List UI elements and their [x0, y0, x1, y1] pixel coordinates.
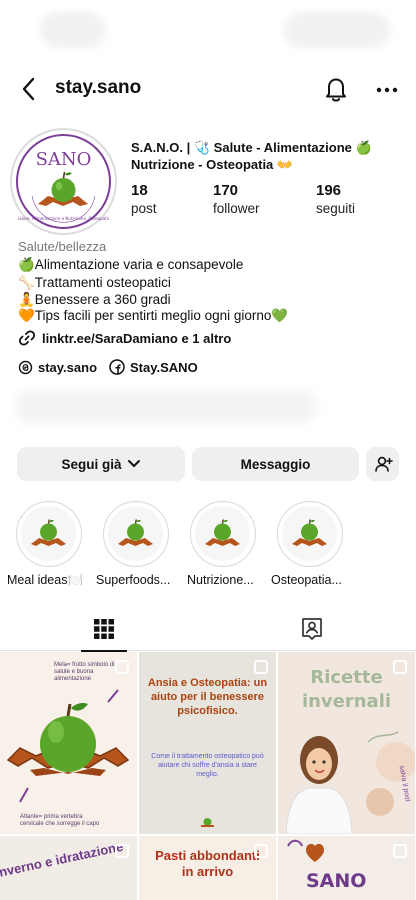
tagged-person-icon	[302, 618, 322, 640]
apple-atlas-illustration	[6, 689, 130, 803]
stat-following[interactable]: 196 seguiti	[316, 182, 355, 216]
add-person-icon	[374, 456, 393, 472]
post-tile[interactable]: Ansia e Osteopatia: un aiuto per il bene…	[139, 652, 276, 834]
svg-text:SANO: SANO	[36, 149, 92, 170]
multi-post-icon	[254, 844, 268, 858]
profile-full-name: S.A.N.O. | 🩺 Salute - Alimentazione 🍏 Nu…	[131, 139, 403, 173]
post-title: Pasti abbondanti in arrivo	[155, 848, 260, 879]
sano-logo: SANO Salute, Alimentazione e Nutrizione,…	[16, 134, 111, 229]
link-icon	[18, 330, 36, 346]
stat-posts-value: 18	[131, 182, 148, 199]
threads-link[interactable]: stay.sano	[18, 360, 97, 375]
facebook-link[interactable]: Stay.SANO	[109, 359, 198, 375]
back-button[interactable]	[18, 74, 42, 104]
full-name-line-2: Nutrizione - Osteopatia 👐	[131, 157, 294, 172]
bio-line: 🧡Tips facili per sentirti meglio ogni gi…	[18, 308, 289, 323]
chef-illustration	[285, 731, 415, 834]
chevron-left-icon	[22, 77, 35, 101]
stat-posts[interactable]: 18 post	[131, 182, 157, 216]
post-title: Inverno e idratazione	[0, 838, 125, 881]
highlight-cover	[16, 501, 82, 567]
profile-avatar[interactable]: SANO Salute, Alimentazione e Nutrizione,…	[10, 128, 117, 235]
highlight-nutrizione[interactable]: Nutrizione...	[187, 501, 258, 587]
more-horizontal-icon	[376, 87, 398, 93]
top-bar: stay.sano	[0, 72, 416, 106]
chevron-down-icon	[127, 460, 140, 467]
bio-line: 🍏Alimentazione varia e consapevole	[18, 257, 244, 272]
more-options-button[interactable]	[372, 74, 402, 104]
apple-atlas-logo-icon: SANO Salute, Alimentazione e Nutrizione,…	[17, 149, 111, 223]
apple-atlas-icon	[31, 519, 66, 546]
highlight-meal-ideas[interactable]: Meal ideas🍽️	[7, 501, 84, 587]
stat-following-value: 196	[316, 182, 342, 199]
highlight-superfoods[interactable]: Superfoods...	[96, 501, 171, 587]
following-button-label: Segui già	[61, 456, 122, 472]
post-tile[interactable]: Mela= frutto simbolo di salute e buona a…	[0, 652, 137, 834]
stat-followers[interactable]: 170 follower	[213, 182, 260, 216]
stat-following-label: seguiti	[316, 201, 356, 216]
facebook-handle: Stay.SANO	[130, 359, 198, 375]
post-title: SANO	[306, 870, 367, 892]
post-tile[interactable]: SANO	[278, 836, 415, 900]
bio-line: 🧘Benessere a 360 gradi	[18, 292, 171, 307]
full-name-line-1: S.A.N.O. | 🩺 Salute - Alimentazione 🍏	[131, 140, 372, 155]
multi-post-icon	[115, 660, 129, 674]
threads-icon	[18, 360, 33, 374]
multi-post-icon	[115, 844, 129, 858]
profile-link-text: linktr.ee/SaraDamiano e 1 altro	[42, 330, 232, 346]
blurred-content	[16, 390, 316, 422]
bell-icon	[326, 78, 346, 102]
social-links: stay.sano Stay.SANO	[18, 359, 198, 375]
highlight-cover	[103, 501, 169, 567]
post-tile[interactable]: Pasti abbondanti in arrivo	[139, 836, 276, 900]
apple-atlas-icon	[118, 519, 153, 546]
svg-text:Salute, Alimentazione e Nutriz: Salute, Alimentazione e Nutrizione, Oste…	[18, 216, 109, 221]
tab-tagged[interactable]	[208, 607, 416, 651]
post-tile[interactable]: Inverno e idratazione	[0, 836, 137, 900]
stat-followers-value: 170	[213, 182, 239, 199]
profile-tabs	[0, 607, 416, 652]
grid-icon	[94, 619, 114, 639]
apple-atlas-icon	[205, 519, 240, 546]
highlight-osteopatia[interactable]: Osteopatia...	[271, 501, 345, 587]
status-bar-indicators	[284, 12, 390, 48]
stat-posts-label: post	[131, 201, 157, 216]
profile-link[interactable]: linktr.ee/SaraDamiano e 1 altro	[18, 329, 231, 347]
multi-post-icon	[393, 660, 407, 674]
apple-logo-icon	[201, 818, 214, 827]
facebook-icon	[109, 359, 125, 375]
notifications-button[interactable]	[322, 74, 350, 104]
message-button-label: Messaggio	[240, 456, 311, 472]
profile-category: Salute/bellezza	[18, 239, 107, 254]
following-button[interactable]: Segui già	[17, 447, 185, 481]
message-button[interactable]: Messaggio	[192, 447, 359, 481]
bio-line: 🦴Trattamenti osteopatici	[18, 275, 171, 290]
multi-post-icon	[393, 844, 407, 858]
multi-post-icon	[254, 660, 268, 674]
apple-atlas-icon	[292, 519, 327, 546]
status-bar-time	[40, 12, 106, 48]
threads-handle: stay.sano	[38, 359, 98, 375]
highlight-cover	[277, 501, 343, 567]
tab-posts-grid[interactable]	[0, 607, 208, 652]
suggested-people-button[interactable]	[366, 447, 399, 481]
profile-username: stay.sano	[55, 77, 142, 98]
post-text: Atlante= prima vertebra cervicale che so…	[20, 814, 100, 827]
highlight-cover	[190, 501, 256, 567]
highlight-label: Osteopatia...	[271, 573, 342, 587]
post-tile[interactable]: Ricette invernali salva il post	[278, 652, 415, 834]
stat-followers-label: follower	[213, 201, 260, 216]
